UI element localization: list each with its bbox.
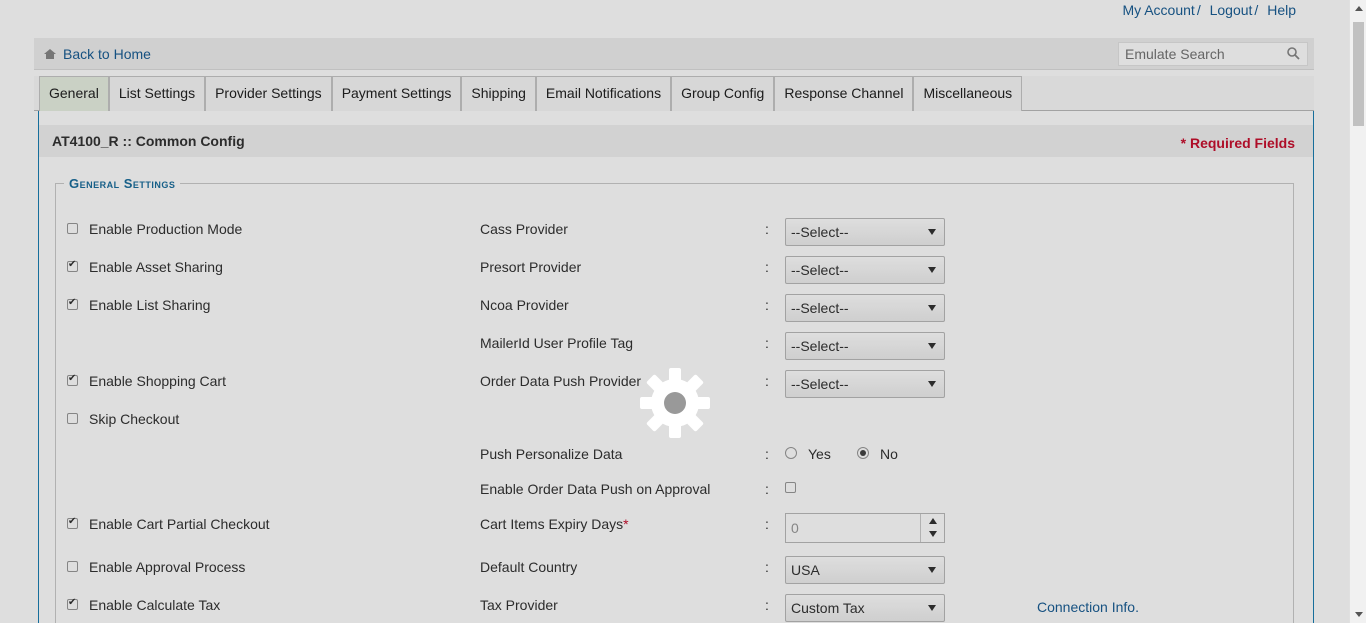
vertical-scrollbar[interactable] xyxy=(1349,0,1366,623)
scroll-up-icon[interactable] xyxy=(1355,6,1363,11)
loading-gear-icon xyxy=(640,368,710,438)
loading-overlay xyxy=(0,0,1366,623)
scroll-down-icon[interactable] xyxy=(1355,612,1363,617)
scroll-thumb[interactable] xyxy=(1353,22,1364,126)
